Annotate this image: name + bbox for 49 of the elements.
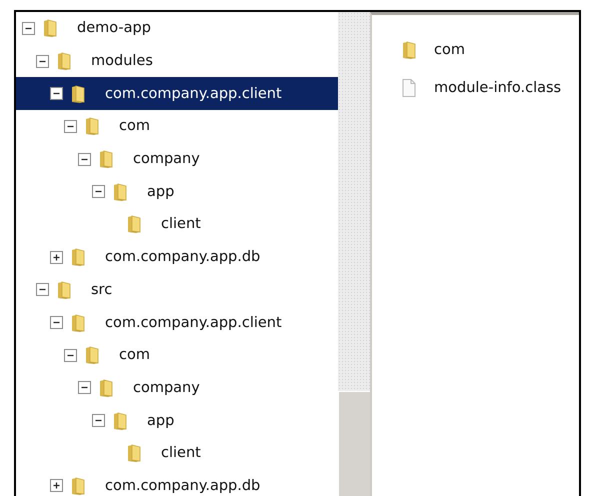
folder-icon: [43, 19, 57, 38]
collapse-icon[interactable]: [36, 54, 49, 68]
folder-icon: [71, 248, 85, 266]
folder-icon: [71, 314, 85, 332]
folder-icon: [57, 280, 71, 299]
tree-item[interactable]: com.company.app.db: [16, 470, 338, 496]
file-icon: [402, 79, 416, 97]
folder-icon: [113, 412, 127, 430]
tree-item[interactable]: app: [16, 175, 338, 208]
collapse-icon[interactable]: [78, 381, 91, 394]
collapse-icon[interactable]: [92, 414, 105, 428]
scrollbar-thumb[interactable]: [338, 391, 370, 496]
tree-item[interactable]: demo-app: [16, 12, 338, 45]
folder-icon: [127, 215, 141, 234]
tree-item[interactable]: company: [16, 372, 338, 404]
tree-item[interactable]: client: [16, 436, 338, 470]
tree-item[interactable]: com.company.app.client: [16, 77, 338, 110]
tree-item[interactable]: client: [16, 208, 338, 241]
expand-icon[interactable]: [50, 479, 63, 492]
tree-item[interactable]: modules: [16, 44, 338, 78]
collapse-icon[interactable]: [36, 283, 49, 296]
scrollbar[interactable]: [338, 12, 370, 496]
collapse-icon[interactable]: [64, 120, 77, 133]
folder-icon: [85, 346, 99, 364]
tree-item[interactable]: com.company.app.client: [16, 306, 338, 339]
folder-icon: [85, 117, 99, 136]
tree-item[interactable]: src: [16, 274, 338, 306]
folder-icon: [127, 444, 141, 462]
folder-icon: [71, 84, 85, 103]
folder-icon: [113, 182, 127, 201]
tree-item[interactable]: com: [16, 110, 338, 143]
file-item[interactable]: com: [372, 31, 579, 69]
collapse-icon[interactable]: [78, 152, 91, 166]
folder-icon: [57, 52, 71, 70]
folder-icon: [402, 41, 416, 59]
tree-item[interactable]: com.company.app.db: [16, 240, 338, 274]
folder-icon: [71, 476, 85, 495]
collapse-icon[interactable]: [50, 316, 63, 330]
collapse-icon[interactable]: [22, 22, 35, 35]
collapse-icon[interactable]: [92, 185, 105, 198]
folder-icon: [99, 378, 113, 397]
folder-icon: [99, 150, 113, 168]
tree-item[interactable]: company: [16, 142, 338, 176]
file-item[interactable]: module-info.class: [372, 69, 579, 107]
tree-item[interactable]: com: [16, 338, 338, 372]
collapse-icon[interactable]: [50, 87, 63, 100]
collapse-icon[interactable]: [64, 348, 77, 362]
tree-item[interactable]: app: [16, 404, 338, 437]
expand-icon[interactable]: [50, 250, 63, 264]
